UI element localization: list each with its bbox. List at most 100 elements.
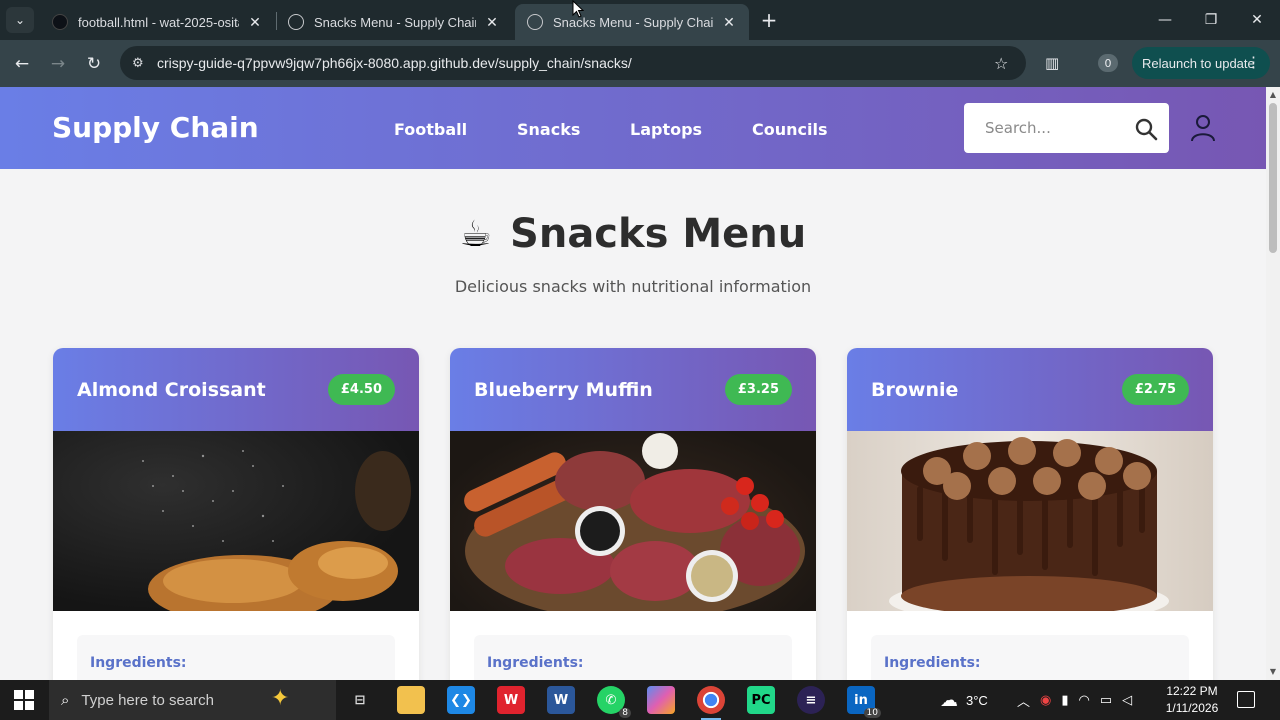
croissant-illustration — [142, 450, 411, 611]
taskbar-search-placeholder: Type here to search — [81, 691, 214, 709]
windows-start-icon[interactable] — [14, 690, 34, 710]
browser-tab-snacks-1[interactable]: Snacks Menu - Supply Chain ✕ — [276, 4, 512, 40]
reload-button[interactable]: ↻ — [80, 50, 108, 78]
battery-icon[interactable]: ▭ — [1100, 692, 1112, 708]
brand-logo[interactable]: Supply Chain — [52, 111, 259, 144]
price-badge: £2.75 — [1121, 374, 1189, 405]
close-icon[interactable]: ✕ — [484, 14, 500, 30]
windows-taskbar: ⌕ Type here to search ✦ ⊟ ❮❯ W W ✆ 8 PC ≡… — [0, 680, 1280, 720]
coffee-cup-icon: ☕ — [459, 213, 493, 255]
chrome-icon[interactable] — [697, 686, 725, 720]
wifi-icon[interactable]: ◠ — [1079, 692, 1090, 708]
page-subtitle: Delicious snacks with nutritional inform… — [454, 277, 812, 296]
snack-card: Almond Croissant £4.50 Ingredients: — [53, 348, 419, 680]
relaunch-button[interactable]: Relaunch to update ⋮ — [1132, 47, 1270, 79]
card-header: Brownie £2.75 — [847, 348, 1213, 431]
page-scrollbar[interactable]: ▲ ▼ — [1266, 87, 1280, 680]
site-info-icon[interactable]: ⚙ — [132, 56, 152, 71]
window-close-button[interactable]: ✕ — [1242, 8, 1272, 32]
mouse-cursor-icon — [572, 0, 584, 18]
chocolate-cake-image — [847, 431, 1213, 611]
search-icon[interactable] — [1134, 117, 1158, 141]
copilot-app-icon[interactable] — [647, 686, 675, 714]
chocolate-cake-illustration — [889, 437, 1169, 611]
tab-title: football.html - wat-2025-ositan — [78, 14, 239, 30]
system-tray: ︿ ◉ ▮ ◠ ▭ ◁ — [1017, 680, 1132, 720]
clock-time: 12:22 PM — [1166, 684, 1218, 698]
more-menu-icon[interactable]: ⋮ — [1246, 53, 1261, 71]
linkedin-badge: 10 — [863, 708, 881, 718]
url-text[interactable]: crispy-guide-q7ppvw9jqw7ph66jx-8080.app.… — [157, 55, 994, 71]
ingredients-box: Ingredients: — [77, 635, 395, 680]
card-header: Almond Croissant £4.50 — [53, 348, 419, 431]
croissant-image — [53, 431, 419, 611]
globe-icon — [288, 14, 304, 30]
close-icon[interactable]: ✕ — [721, 14, 737, 30]
minimize-button[interactable]: — — [1150, 8, 1180, 32]
record-icon[interactable]: ◉ — [1040, 692, 1051, 708]
snack-card: Brownie £2.75 Ingredients: — [847, 348, 1213, 680]
reading-mode-icon[interactable]: ▥ — [1045, 54, 1059, 72]
snack-name: Brownie — [871, 378, 959, 401]
copilot-sparkle-icon[interactable]: ✦ — [271, 686, 289, 711]
ingredients-box: Ingredients: — [871, 635, 1189, 680]
meat-platter-illustration — [464, 433, 805, 611]
volume-icon[interactable]: ◁ — [1122, 692, 1132, 708]
card-body: Ingredients: — [450, 611, 816, 680]
meat-platter-image — [450, 431, 816, 611]
weather-temp: 3°C — [966, 692, 988, 708]
forward-button[interactable]: → — [44, 50, 72, 78]
nav-link-councils[interactable]: Councils — [752, 120, 828, 139]
search-input[interactable] — [964, 103, 1124, 153]
nav-link-laptops[interactable]: Laptops — [630, 120, 702, 139]
wps-office-icon[interactable]: W — [497, 686, 525, 714]
whatsapp-icon[interactable]: ✆ 8 — [597, 686, 631, 718]
new-tab-button[interactable]: + — [757, 8, 781, 32]
browser-tab-snacks-active[interactable]: Snacks Menu - Supply Chain ✕ — [515, 4, 749, 40]
snack-name: Almond Croissant — [77, 378, 266, 401]
nav-link-football[interactable]: Football — [394, 120, 467, 139]
nav-link-snacks[interactable]: Snacks — [517, 120, 580, 139]
scroll-up-arrow[interactable]: ▲ — [1269, 90, 1277, 99]
address-bar[interactable]: ⚙ crispy-guide-q7ppvw9jqw7ph66jx-8080.ap… — [120, 46, 1026, 80]
tab-title: Snacks Menu - Supply Chain — [314, 14, 476, 30]
linkedin-icon[interactable]: in 10 — [847, 686, 881, 718]
file-explorer-icon[interactable] — [397, 686, 425, 714]
profile-count-badge[interactable]: 0 — [1098, 54, 1118, 72]
tray-overflow-icon[interactable]: ︿ — [1017, 691, 1030, 710]
microphone-icon[interactable]: ▮ — [1061, 692, 1068, 708]
site-header: Supply Chain Football Snacks Laptops Cou… — [0, 87, 1266, 169]
browser-tab-strip: ⌄ football.html - wat-2025-ositan ✕ Snac… — [0, 0, 1280, 40]
browser-tab-football[interactable]: football.html - wat-2025-ositan ✕ — [40, 4, 275, 40]
pycharm-icon[interactable]: PC — [747, 686, 775, 714]
scroll-down-arrow[interactable]: ▼ — [1269, 667, 1277, 676]
page-heading: ☕ Snacks Menu — [0, 211, 1266, 257]
snack-card: Blueberry Muffin £3.25 Ingredients: — [450, 348, 816, 680]
scrollbar-thumb[interactable] — [1269, 103, 1277, 253]
system-clock[interactable]: 12:22 PM 1/11/2026 — [1158, 683, 1226, 717]
eclipse-icon[interactable]: ≡ — [797, 686, 825, 714]
card-body: Ingredients: — [53, 611, 419, 680]
search-box — [964, 103, 1169, 153]
whatsapp-badge: 8 — [619, 708, 631, 718]
weather-widget[interactable]: ☁ 3°C — [940, 680, 988, 720]
snack-name: Blueberry Muffin — [474, 378, 653, 401]
globe-icon — [527, 14, 543, 30]
back-button[interactable]: ← — [8, 50, 36, 78]
price-badge: £3.25 — [724, 374, 792, 405]
card-body: Ingredients: — [847, 611, 1213, 680]
vscode-icon[interactable]: ❮❯ — [447, 686, 475, 714]
ingredients-label: Ingredients: — [884, 655, 981, 671]
card-header: Blueberry Muffin £3.25 — [450, 348, 816, 431]
task-view-icon[interactable]: ⊟ — [346, 686, 374, 714]
bookmark-star-icon[interactable]: ☆ — [994, 54, 1016, 73]
restore-button[interactable]: ❐ — [1196, 8, 1226, 32]
user-account-icon[interactable] — [1190, 114, 1216, 142]
taskbar-search-box[interactable]: ⌕ Type here to search ✦ — [49, 680, 336, 720]
tab-search-button[interactable]: ⌄ — [6, 7, 34, 33]
notification-center-icon[interactable] — [1237, 691, 1255, 708]
relaunch-label: Relaunch to update — [1142, 55, 1255, 71]
word-icon[interactable]: W — [547, 686, 575, 714]
search-icon: ⌕ — [61, 691, 70, 709]
close-icon[interactable]: ✕ — [247, 14, 263, 30]
